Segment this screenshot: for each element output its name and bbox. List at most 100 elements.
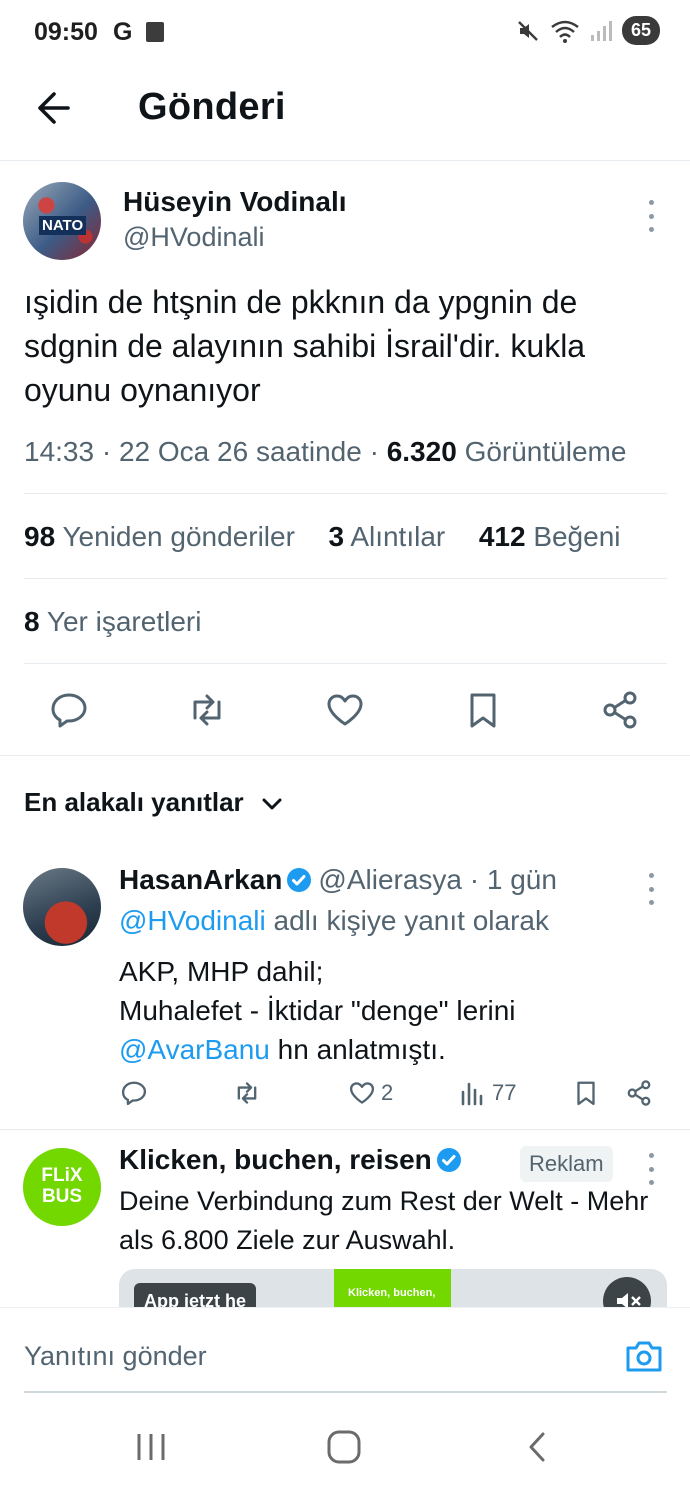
retweets-label: Yeniden gönderiler [62,521,295,552]
meta-divider [24,493,667,494]
logo-line-1: FLiX [41,1165,83,1186]
reply-like-button[interactable]: 2 [347,1078,393,1108]
recents-icon [137,1434,165,1460]
reply-mention[interactable]: @AvarBanu [119,1034,270,1065]
bookmarks-divider [24,663,667,664]
ad-thumbnail-text: Klicken, buchen, [348,1287,436,1299]
bookmark-button[interactable] [461,688,505,732]
camera-button[interactable] [622,1334,666,1378]
flixbus-logo[interactable]: FLiX BUS [23,1148,101,1226]
ad-title-text: Klicken, buchen, reisen [119,1144,432,1175]
retweet-button[interactable] [185,688,229,732]
actions-divider [0,755,690,756]
analytics-icon [461,1082,483,1106]
heart-icon [349,1082,375,1104]
quotes-stat[interactable]: 3 Alıntılar [329,521,446,552]
google-icon: G [113,18,133,46]
reply-line-1: AKP, MHP dahil; [119,956,324,987]
battery-indicator: 65 [621,16,660,45]
reply-comment-button[interactable] [119,1078,149,1108]
tweet-more-icon[interactable] [645,200,657,232]
verified-badge-icon [287,868,312,892]
comment-icon [121,1081,147,1106]
reply-like-count: 2 [381,1080,394,1105]
share-button[interactable] [598,688,642,732]
recent-apps-button[interactable] [134,1430,168,1464]
reply-author-name[interactable]: HasanArkan [119,864,282,895]
reply-retweet-button[interactable] [232,1078,262,1108]
views-label: Görüntüleme [464,436,627,467]
chevron-left-icon [529,1432,545,1462]
compose-underline [24,1391,667,1393]
reply-bookmark-button[interactable] [571,1078,601,1108]
sort-replies-dropdown[interactable]: En alakalı yanıtlar [24,787,244,818]
reply-header: HasanArkan @Alierasya · 1 gün [119,864,557,896]
mute-icon [518,20,538,41]
reply-more-icon[interactable] [645,873,657,905]
system-back-button[interactable] [521,1430,555,1464]
heart-icon [327,694,363,726]
reply-age: · 1 gün [469,864,557,895]
arrow-left-icon [38,92,70,124]
retweet-icon [237,1082,257,1104]
reply-line-2: Muhalefet - İktidar "denge" lerini [119,995,516,1026]
bookmark-icon [577,1081,595,1106]
status-time: 09:50 [34,18,98,46]
retweets-count: 98 [24,521,56,552]
checkbox-notification-icon [146,22,164,42]
chevron-down-icon[interactable] [258,790,286,818]
reply-input[interactable]: Yanıtını gönder [24,1341,207,1372]
ad-badge: Reklam [520,1146,613,1182]
likes-stat[interactable]: 412 Beğeni [479,521,621,552]
home-icon [327,1430,361,1464]
bookmark-icon [470,693,496,728]
retweet-icon [193,694,221,726]
share-icon [627,1080,651,1106]
ad-title[interactable]: Klicken, buchen, reisen [119,1144,468,1176]
share-icon [603,691,637,729]
quotes-label: Alıntılar [350,521,446,552]
ad-text: Deine Verbindung zum Rest der Welt - Meh… [119,1186,649,1255]
camera-icon [626,1341,662,1372]
reply-views-button[interactable]: 77 [458,1078,516,1108]
author-name[interactable]: Hüseyin Vodinalı [123,186,347,218]
bookmarks-count: 8 [24,606,40,637]
reply-author-handle[interactable]: @Alierasya [318,864,462,895]
home-button[interactable] [325,1428,363,1466]
reply-author-avatar[interactable] [23,868,101,946]
comment-icon [51,693,87,728]
back-button[interactable] [28,82,80,134]
wifi-icon [551,20,579,43]
status-icons: 65 [516,16,660,45]
likes-count: 412 [478,521,526,552]
engagement-stats: 98 Yeniden gönderiler 3 Alıntılar 412 Be… [24,521,621,553]
tweet-meta: 14:33 · 22 Oca 26 saatinde · 6.320 Görün… [24,436,627,467]
tweet-date[interactable]: 22 Oca 26 saatinde [119,436,362,467]
quotes-count: 3 [328,521,345,552]
stats-divider [24,578,667,579]
tweet-time[interactable]: 14:33 [24,436,94,467]
reply-line-3: @AvarBanu hn anlatmıştı. [119,1030,659,1069]
replying-to-handle[interactable]: @HVodinali [119,905,266,936]
author-handle[interactable]: @HVodinali [123,222,265,253]
replying-to: @HVodinali adlı kişiye yanıt olarak [119,905,549,937]
header-divider [0,160,690,161]
replying-to-suffix: adlı kişiye yanıt olarak [273,905,549,936]
ad-more-icon[interactable] [645,1153,657,1185]
reply-line-3-suffix: hn anlatmıştı. [277,1034,446,1065]
bookmarks-label: Yer işaretleri [46,606,202,637]
like-button[interactable] [323,688,367,732]
author-avatar[interactable]: NATO [23,182,101,260]
retweets-stat[interactable]: 98 Yeniden gönderiler [24,521,295,552]
bookmarks-stat[interactable]: 8 Yer işaretleri [24,606,201,638]
logo-line-2: BUS [41,1186,83,1207]
reply-button[interactable] [47,688,91,732]
signal-icon [590,20,612,41]
likes-label: Beğeni [533,521,621,552]
reply-share-button[interactable] [624,1078,654,1108]
tweet-text: ışidin de htşnin de pkknın da ypgnin de … [24,284,586,408]
verified-badge-icon [436,1148,461,1172]
reply-action-bar: 2 77 [0,1078,690,1114]
views-count: 6.320 [386,436,457,467]
reply-text: AKP, MHP dahil; Muhalefet - İktidar "den… [119,952,659,1069]
